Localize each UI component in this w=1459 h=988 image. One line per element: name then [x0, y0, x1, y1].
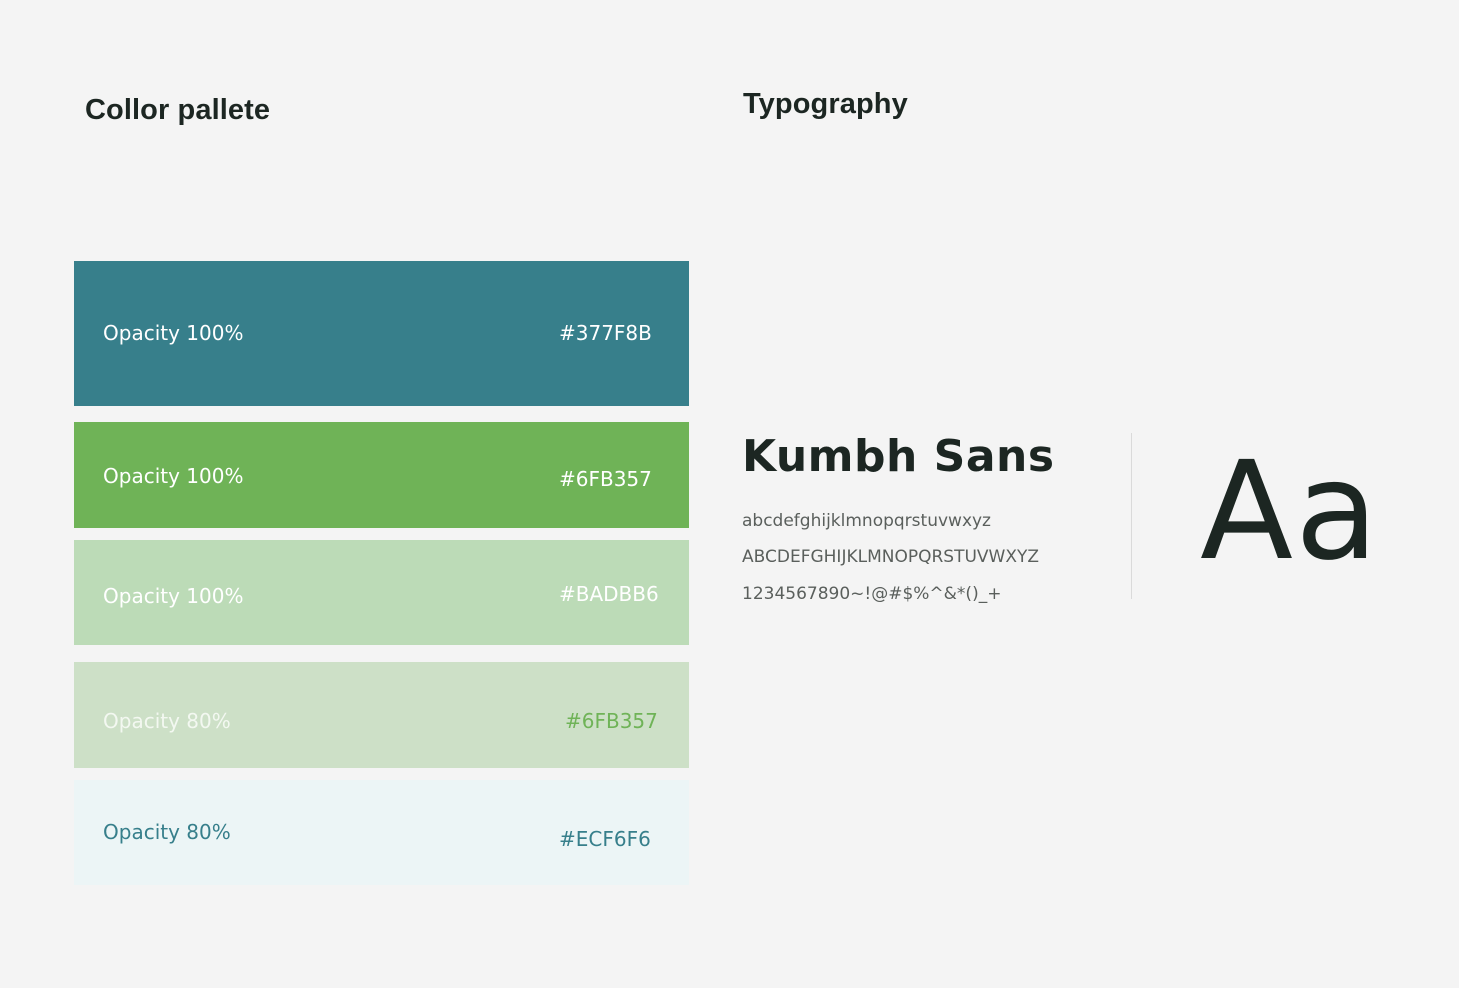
swatch-hex-label: #ECF6F6 [559, 827, 651, 851]
color-swatch-pale-teal: Opacity 80% #ECF6F6 [74, 780, 689, 885]
swatch-opacity-label: Opacity 80% [103, 709, 231, 733]
swatch-hex-label: #6FB357 [565, 709, 658, 733]
color-palette-title: Collor pallete [85, 94, 271, 126]
swatch-opacity-label: Opacity 100% [103, 464, 244, 488]
typography-title: Typography [743, 88, 908, 120]
swatch-opacity-label: Opacity 80% [103, 820, 231, 844]
swatch-hex-label: #BADBB6 [559, 582, 659, 606]
swatch-opacity-label: Opacity 100% [103, 584, 244, 608]
swatch-opacity-label: Opacity 100% [103, 321, 244, 345]
color-swatch-teal: Opacity 100% #377F8B [74, 261, 689, 406]
number-symbol-glyphs: 1234567890~!@#$%^&*()_+ [742, 584, 1002, 604]
font-specimen: Aa [1200, 433, 1381, 591]
typography-divider [1131, 433, 1132, 599]
swatch-hex-label: #377F8B [559, 321, 652, 345]
uppercase-glyphs: ABCDEFGHIJKLMNOPQRSTUVWXYZ [742, 547, 1040, 567]
color-swatch-light-green: Opacity 100% #BADBB6 [74, 540, 689, 645]
color-swatch-green-80: Opacity 80% #6FB357 [74, 662, 689, 768]
lowercase-glyphs: abcdefghijklmnopqrstuvwxyz [742, 511, 991, 531]
color-swatch-green: Opacity 100% #6FB357 [74, 422, 689, 528]
font-family-name: Kumbh Sans [742, 431, 1055, 482]
swatch-hex-label: #6FB357 [559, 467, 652, 491]
